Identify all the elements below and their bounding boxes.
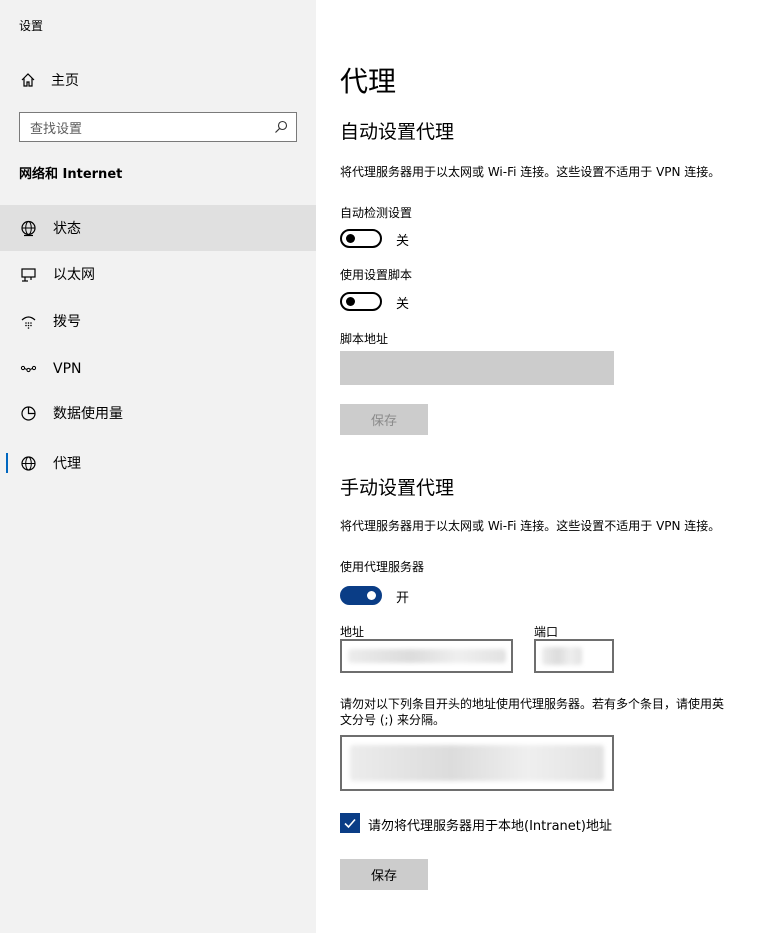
data-usage-icon	[19, 404, 37, 422]
globe-icon	[19, 454, 37, 472]
section-label: 网络和 Internet	[19, 167, 123, 182]
toggle-knob	[346, 234, 355, 243]
redacted-value	[350, 745, 604, 781]
setup-script-state: 关	[396, 297, 410, 312]
bypass-local-checkbox[interactable]	[340, 813, 360, 833]
page-title: 代理	[340, 65, 397, 98]
sidebar-item-label: 状态	[53, 221, 81, 237]
main-panel: 代理 自动设置代理 将代理服务器用于以太网或 Wi-Fi 连接。这些设置不适用于…	[316, 0, 779, 933]
setup-script-label: 使用设置脚本	[340, 268, 413, 282]
sidebar-item-dialup[interactable]: 拨号	[0, 298, 316, 344]
ethernet-icon	[19, 265, 37, 283]
auto-detect-label: 自动检测设置	[340, 206, 413, 220]
sidebar: 设置 主页 查找设置 网络和 Internet 状态 以太网 拨号 VPN 数据…	[0, 0, 316, 933]
script-address-label: 脚本地址	[340, 332, 389, 346]
sidebar-item-data-usage[interactable]: 数据使用量	[0, 390, 316, 436]
toggle-knob	[346, 297, 355, 306]
exceptions-description-line2: 文分号 (;) 来分隔。	[340, 713, 446, 727]
auto-proxy-heading: 自动设置代理	[340, 121, 455, 143]
checkmark-icon	[344, 818, 356, 829]
redacted-value	[348, 649, 506, 663]
search-icon	[274, 120, 288, 134]
proxy-port-field[interactable]	[534, 639, 614, 673]
proxy-address-label: 地址	[340, 625, 365, 639]
window-title: 设置	[19, 19, 44, 33]
bypass-local-label: 请勿将代理服务器用于本地(Intranet)地址	[368, 819, 612, 834]
auto-proxy-description: 将代理服务器用于以太网或 Wi-Fi 连接。这些设置不适用于 VPN 连接。	[340, 165, 721, 179]
sidebar-item-label: VPN	[53, 361, 82, 377]
exceptions-description-line1: 请勿对以下列条目开头的地址使用代理服务器。若有多个条目，请使用英	[340, 697, 725, 711]
dialup-icon	[19, 312, 37, 330]
sidebar-item-proxy[interactable]: 代理	[0, 440, 316, 486]
proxy-port-label: 端口	[534, 625, 559, 639]
toggle-knob	[367, 591, 376, 600]
sidebar-item-ethernet[interactable]: 以太网	[0, 251, 316, 297]
script-address-field[interactable]	[340, 351, 614, 385]
sidebar-item-label: 数据使用量	[53, 406, 123, 422]
home-label: 主页	[51, 73, 79, 89]
search-placeholder: 查找设置	[30, 121, 83, 137]
home-icon	[19, 71, 37, 89]
vpn-icon	[19, 360, 37, 378]
auto-save-button[interactable]: 保存	[340, 404, 428, 435]
manual-proxy-heading: 手动设置代理	[340, 477, 455, 499]
auto-detect-state: 关	[396, 234, 410, 249]
sidebar-item-label: 代理	[53, 456, 81, 472]
home-link[interactable]: 主页	[19, 68, 79, 92]
globe-icon	[19, 219, 37, 237]
redacted-value	[542, 647, 582, 665]
active-indicator	[6, 453, 8, 473]
exceptions-textarea[interactable]	[340, 735, 614, 791]
manual-proxy-description: 将代理服务器用于以太网或 Wi-Fi 连接。这些设置不适用于 VPN 连接。	[340, 519, 721, 533]
manual-save-button[interactable]: 保存	[340, 859, 428, 890]
sidebar-item-status[interactable]: 状态	[0, 205, 316, 251]
proxy-address-field[interactable]	[340, 639, 513, 673]
use-proxy-label: 使用代理服务器	[340, 560, 425, 574]
sidebar-item-label: 以太网	[53, 267, 95, 283]
sidebar-item-vpn[interactable]: VPN	[0, 346, 316, 392]
setup-script-toggle[interactable]	[340, 292, 382, 311]
use-proxy-state: 开	[396, 591, 410, 606]
use-proxy-toggle[interactable]	[340, 586, 382, 605]
search-input[interactable]: 查找设置	[19, 112, 297, 142]
auto-detect-toggle[interactable]	[340, 229, 382, 248]
sidebar-item-label: 拨号	[53, 314, 81, 330]
